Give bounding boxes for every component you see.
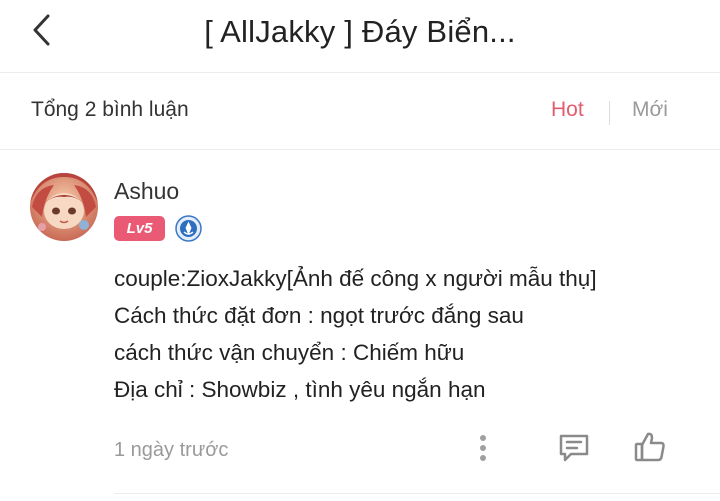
comment-line: cách thức vận chuyển : Chiếm hữu xyxy=(114,340,465,365)
comment-line: Cách thức đặt đơn : ngọt trước đắng sau xyxy=(114,303,524,328)
blue-rank-badge-icon xyxy=(175,215,202,242)
sort-hot-tab[interactable]: Hot xyxy=(551,98,584,122)
comment-divider xyxy=(114,493,720,494)
comment-timestamp: 1 ngày trước xyxy=(114,439,229,461)
like-button[interactable] xyxy=(630,428,670,466)
reply-button[interactable] xyxy=(555,430,593,466)
comment-reply-icon xyxy=(559,434,589,462)
comment-count: Tổng 2 bình luận xyxy=(31,98,189,121)
user-avatar[interactable] xyxy=(30,173,98,241)
more-vertical-icon xyxy=(480,435,486,461)
comment-line: Địa chỉ : Showbiz , tình yêu ngắn hạn xyxy=(114,377,486,402)
level-badge: Lv5 xyxy=(114,216,165,241)
page-title: [ AllJakky ] Đáy Biển... xyxy=(204,14,516,49)
comment-body: couple:ZioxJakky[Ảnh đế công x người mẫu… xyxy=(114,260,704,408)
more-options-button[interactable] xyxy=(470,432,496,464)
thumbs-up-icon xyxy=(634,432,665,462)
comment-line: couple:ZioxJakky[Ảnh đế công x người mẫu… xyxy=(114,266,597,291)
top-bar: [ AllJakky ] Đáy Biển... xyxy=(0,0,720,73)
username[interactable]: Ashuo xyxy=(114,178,179,205)
sort-new-tab[interactable]: Mới xyxy=(632,98,668,122)
avatar-image xyxy=(30,173,98,241)
sort-divider xyxy=(609,101,610,125)
